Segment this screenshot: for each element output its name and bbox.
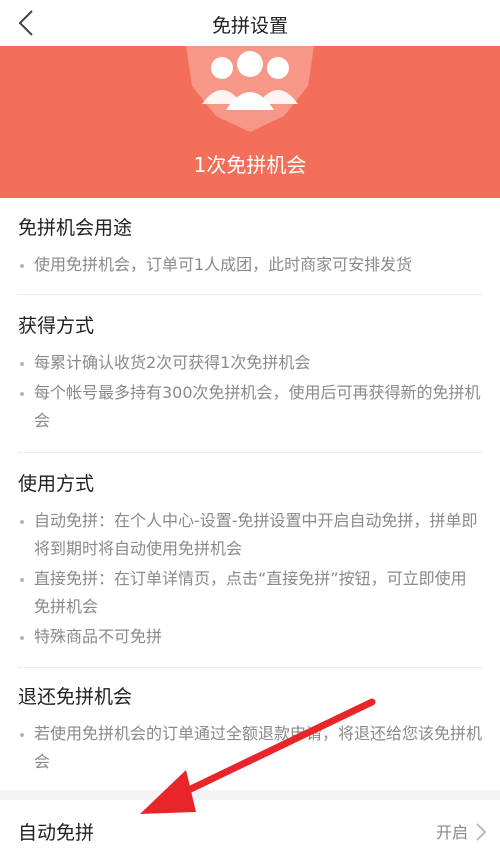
page-title: 免拼设置: [211, 15, 288, 37]
section-title: 退还免拼机会: [18, 686, 133, 708]
row-label: 自动免拼: [18, 822, 95, 844]
section-title: 免拼机会用途: [18, 217, 133, 239]
section-return: 退还免拼机会 若使用免拼机会的订单通过全额退款申请，将退还给您该免拼机会: [0, 682, 500, 776]
section-title: 获得方式: [18, 315, 95, 337]
row-value: 开启: [435, 823, 468, 842]
divider: [18, 294, 482, 295]
banner: 1次免拼机会: [0, 46, 500, 198]
chevron-right-icon: [476, 823, 487, 841]
chance-count: 1次免拼机会: [193, 153, 307, 177]
section-how-to-use: 使用方式 自动免拼：在个人中心-设置-免拼设置中开启自动免拼，拼单即将到期时将自…: [0, 469, 500, 651]
list-item: 直接免拼：在订单详情页，点击“直接免拼”按钮，可立即使用免拼机会: [18, 565, 482, 621]
divider: [18, 667, 482, 668]
section-title: 使用方式: [18, 473, 95, 495]
group-badge-icon: [186, 46, 314, 132]
auto-free-group-row[interactable]: 自动免拼 开启: [0, 800, 500, 867]
list-item: 每累计确认收货2次可获得1次免拼机会: [18, 349, 482, 377]
list-item: 特殊商品不可免拼: [18, 623, 482, 651]
nav-bar: 免拼设置: [0, 0, 500, 46]
section-usage: 免拼机会用途 使用免拼机会，订单可1人成团，此时商家可安排发货: [0, 213, 500, 279]
list-item: 若使用免拼机会的订单通过全额退款申请，将退还给您该免拼机会: [18, 720, 482, 776]
section-how-to-get: 获得方式 每累计确认收货2次可获得1次免拼机会 每个帐号最多持有300次免拼机会…: [0, 311, 500, 435]
section-gap: [0, 790, 500, 800]
list-item: 每个帐号最多持有300次免拼机会，使用后可再获得新的免拼机会: [18, 379, 482, 435]
list-item: 使用免拼机会，订单可1人成团，此时商家可安排发货: [18, 251, 482, 279]
list-item: 自动免拼：在个人中心-设置-免拼设置中开启自动免拼，拼单即将到期时将自动使用免拼…: [18, 507, 482, 563]
divider: [18, 452, 482, 453]
